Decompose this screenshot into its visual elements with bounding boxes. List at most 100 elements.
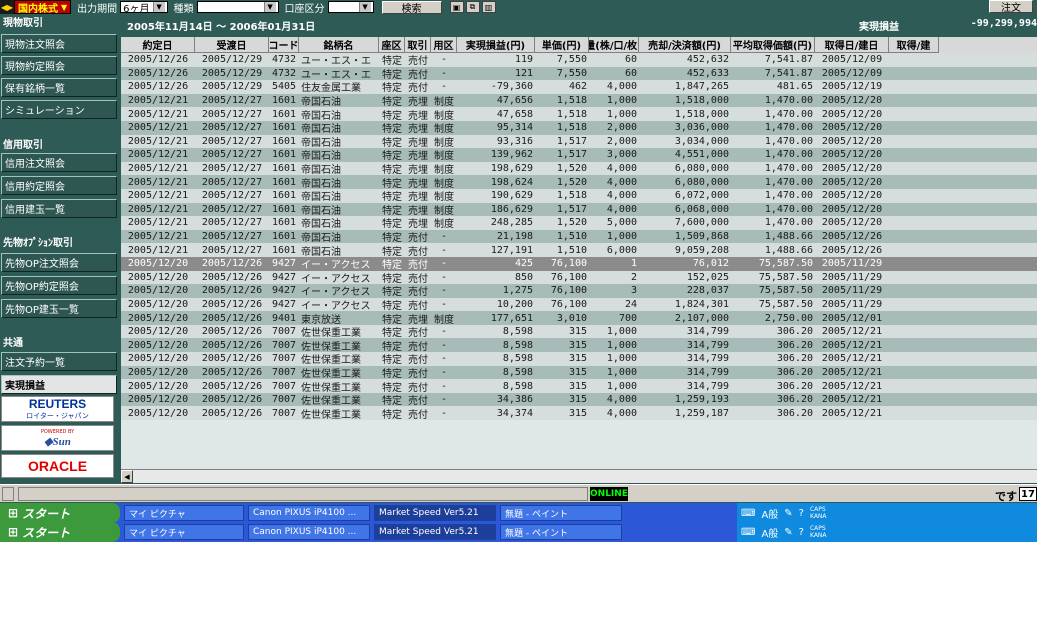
sidebar-item-margin-orders[interactable]: 信用注文照会 bbox=[1, 153, 117, 172]
start-button[interactable]: ⊞ スタート bbox=[0, 503, 120, 523]
sidebar-item-simulation[interactable]: シミュレーション bbox=[1, 100, 117, 119]
table-row[interactable]: 2005/12/21 2005/12/27 1601 帝国石油 特定 売埋 制度 47,658… bbox=[121, 107, 1037, 121]
table-cell: 1,470.00 bbox=[764, 217, 813, 229]
table-row[interactable]: 2005/12/21 2005/12/27 1601 帝国石油 特定 売埋 制度 47,656… bbox=[121, 93, 1037, 108]
task-paint-2[interactable]: 無題 - ペイント bbox=[500, 524, 622, 540]
help-icon[interactable]: ? bbox=[799, 508, 804, 519]
copy-icon[interactable]: ⧉ bbox=[465, 1, 480, 13]
table-cell: 2005/12/27 bbox=[201, 244, 263, 256]
sidebar-item-margin-executions[interactable]: 信用約定照会 bbox=[1, 176, 117, 195]
table-row[interactable]: 2005/12/20 2005/12/26 7007 佐世保重工業 特定 売付 -8,598… bbox=[121, 365, 1037, 380]
horizontal-scrollbar[interactable]: ◀ bbox=[121, 469, 1037, 483]
table-cell: 特定 bbox=[382, 382, 402, 393]
table-row[interactable]: 2005/12/20 2005/12/26 7007 佐世保重工業 特定 売付 - 34,38… bbox=[121, 392, 1037, 407]
sidebar-item-spot-executions[interactable]: 現物約定照会 bbox=[1, 56, 117, 75]
table-cell: 7,600,000 bbox=[674, 217, 729, 229]
task-market-speed-2[interactable]: Market Speed Ver5.21 bbox=[374, 524, 496, 540]
table-row[interactable]: 2005/12/26 2005/12/29 4732 ユー・エス・エ 特定 売付 - 119 7… bbox=[121, 53, 1037, 67]
search-button[interactable]: 検索 bbox=[381, 0, 442, 15]
oracle-logo[interactable]: ORACLE bbox=[1, 454, 114, 478]
ime-mode-2[interactable]: A般 bbox=[761, 525, 778, 540]
help-icon[interactable]: ? bbox=[799, 527, 804, 538]
chart-icon[interactable]: ▥ bbox=[481, 1, 496, 13]
column-header[interactable]: 量(株/口/枚) bbox=[589, 37, 639, 53]
task-my-pictures[interactable]: マイ ピクチャ bbox=[124, 505, 244, 521]
table-cell: - bbox=[440, 298, 448, 310]
account-dropdown[interactable]: ▼ bbox=[327, 1, 374, 13]
table-row[interactable]: 2005/12/20 2005/12/26 9427 イー・アクセス 特定 売付 - 850 7… bbox=[121, 270, 1037, 285]
column-header[interactable]: 売却/決済額(円) bbox=[639, 37, 731, 53]
table-row[interactable]: 2005/12/20 2005/12/26 7007 佐世保重工業 特定 売付 - 34,37… bbox=[121, 406, 1037, 421]
scroll-left-icon[interactable]: ◀ bbox=[121, 470, 133, 483]
column-header[interactable]: 受渡日 bbox=[195, 37, 269, 53]
keyboard-icon[interactable]: ⌨ bbox=[741, 508, 755, 519]
market-selector[interactable]: 国内株式 ▼ bbox=[14, 0, 72, 15]
sidebar-item-spot-orders[interactable]: 現物注文照会 bbox=[1, 34, 117, 53]
table-row[interactable]: 2005/12/21 2005/12/27 1601 帝国石油 特定 売埋 制度 248,28… bbox=[121, 216, 1037, 230]
table-row[interactable]: 2005/12/20 2005/12/26 9427 イー・アクセス 特定 売付 - 10,2… bbox=[121, 297, 1037, 312]
column-header[interactable]: コード bbox=[269, 37, 299, 53]
sidebar-item-realized-pl[interactable]: 実現損益 bbox=[1, 375, 117, 394]
table-row[interactable]: 2005/12/21 2005/12/27 1601 帝国石油 特定 売埋 制度 93,316… bbox=[121, 134, 1037, 149]
task-canon-2[interactable]: Canon PIXUS iP4100 ... bbox=[248, 524, 370, 540]
table-cell: 47,658 bbox=[496, 108, 533, 120]
task-market-speed[interactable]: Market Speed Ver5.21 bbox=[374, 505, 496, 521]
column-header[interactable]: 用区 bbox=[431, 37, 457, 53]
ime-mode[interactable]: A般 bbox=[761, 506, 778, 521]
table-row[interactable]: 2005/12/26 2005/12/29 5405 住友金属工業 特定 売付 - -79,3… bbox=[121, 80, 1037, 94]
table-row[interactable]: 2005/12/20 2005/12/26 7007 佐世保重工業 特定 売付 -8,598… bbox=[121, 338, 1037, 353]
column-header[interactable]: 取引 bbox=[405, 37, 431, 53]
period-dropdown[interactable]: 6ヶ月 ▼ bbox=[120, 1, 168, 15]
start-button-2[interactable]: ⊞ スタート bbox=[0, 522, 120, 542]
task-my-pictures-2[interactable]: マイ ピクチャ bbox=[124, 524, 244, 540]
table-row[interactable]: 2005/12/20 2005/12/26 7007 佐世保重工業 特定 売付 -8,598… bbox=[121, 352, 1037, 366]
print-icon[interactable]: ▣ bbox=[449, 1, 464, 13]
keyboard-icon[interactable]: ⌨ bbox=[741, 527, 755, 538]
task-canon[interactable]: Canon PIXUS iP4100 ... bbox=[248, 505, 370, 521]
table-row[interactable]: 2005/12/21 2005/12/27 1601 帝国石油 特定 売埋 制度 139,96… bbox=[121, 148, 1037, 162]
sidebar-item-holdings[interactable]: 保有銘柄一覧 bbox=[1, 78, 117, 97]
sidebar-item-futures-positions[interactable]: 先物OP建玉一覧 bbox=[1, 299, 117, 318]
table-cell: 2005/12/26 bbox=[201, 353, 263, 365]
nav-arrows-icon[interactable]: ◀▶ bbox=[0, 0, 14, 14]
sun-logo[interactable]: POWERED BY ◆Sun bbox=[1, 425, 114, 451]
table-row[interactable]: 2005/12/21 2005/12/27 1601 帝国石油 特定 売埋 制度 198,62… bbox=[121, 161, 1037, 176]
table-row[interactable]: 2005/12/21 2005/12/27 1601 帝国石油 特定 売埋 制度 190,62… bbox=[121, 188, 1037, 203]
section-common: 共通 bbox=[0, 334, 118, 349]
type-dropdown[interactable]: ▼ bbox=[196, 1, 279, 13]
table-cell bbox=[889, 338, 939, 352]
table-row[interactable]: 2005/12/21 2005/12/27 1601 帝国石油 特定 売付 - 127,191… bbox=[121, 243, 1037, 257]
table-row[interactable]: 2005/12/21 2005/12/27 1601 帝国石油 特定 売埋 制度 198,62… bbox=[121, 175, 1037, 189]
ime-tools-icon[interactable]: ✎ bbox=[784, 508, 792, 519]
table-cell: 2005/12/26 bbox=[201, 312, 263, 324]
reuters-logo[interactable]: REUTERS ロイター・ジャパン bbox=[1, 396, 114, 422]
table-row[interactable]: 2005/12/21 2005/12/27 1601 帝国石油 特定 売埋 制度 95,314… bbox=[121, 120, 1037, 135]
ime-tools-icon[interactable]: ✎ bbox=[784, 527, 792, 538]
table-row[interactable]: 2005/12/20 2005/12/26 7007 佐世保重工業 特定 売付 -8,598… bbox=[121, 324, 1037, 339]
column-header[interactable]: 銘柄名 bbox=[299, 37, 379, 53]
table-row[interactable]: 2005/12/20 2005/12/26 9427 イー・アクセス 特定 売付 - 1,27… bbox=[121, 284, 1037, 298]
column-header[interactable]: 約定日 bbox=[121, 37, 195, 53]
order-button[interactable]: 注文 bbox=[989, 0, 1033, 14]
table-row[interactable]: 2005/12/26 2005/12/29 4732 ユー・エス・エ 特定 売付 - 121 7… bbox=[121, 66, 1037, 81]
table-row[interactable]: 2005/12/21 2005/12/27 1601 帝国石油 特定 売付 - 21,198 1… bbox=[121, 229, 1037, 244]
table-cell: 6,080,000 bbox=[674, 176, 729, 188]
sidebar-item-futures-orders[interactable]: 先物OP注文照会 bbox=[1, 253, 117, 272]
table-row[interactable]: 2005/12/20 2005/12/26 7007 佐世保重工業 特定 売付 -8,598… bbox=[121, 379, 1037, 393]
task-paint[interactable]: 無題 - ペイント bbox=[500, 505, 622, 521]
table-row[interactable]: 2005/12/21 2005/12/27 1601 帝国石油 特定 売埋 制度 186,62… bbox=[121, 202, 1037, 217]
table-cell: 2005/12/27 bbox=[201, 122, 263, 134]
table-cell: 4732 bbox=[271, 67, 297, 79]
table-row[interactable]: 2005/12/20 2005/12/26 9401 東京放送 特定 売埋 制度 177,65… bbox=[121, 311, 1037, 325]
column-header[interactable]: 実現損益(円) bbox=[457, 37, 535, 53]
sidebar-item-order-reservations[interactable]: 注文予約一覧 bbox=[1, 352, 117, 371]
column-header[interactable]: 取得日/建日 bbox=[815, 37, 889, 53]
column-header[interactable]: 座区 bbox=[379, 37, 405, 53]
table-cell: 1,470.00 bbox=[764, 163, 813, 175]
column-header[interactable]: 取得/建 bbox=[889, 37, 939, 53]
sidebar-item-margin-positions[interactable]: 信用建玉一覧 bbox=[1, 199, 117, 218]
table-row[interactable]: 2005/12/20 2005/12/26 9427 イー・アクセス 特定 売付 - 425 7… bbox=[121, 256, 1037, 271]
column-header[interactable]: 平均取得価額(円) bbox=[731, 37, 815, 53]
column-header[interactable]: 単価(円) bbox=[535, 37, 589, 53]
sidebar-item-futures-executions[interactable]: 先物OP約定照会 bbox=[1, 276, 117, 295]
